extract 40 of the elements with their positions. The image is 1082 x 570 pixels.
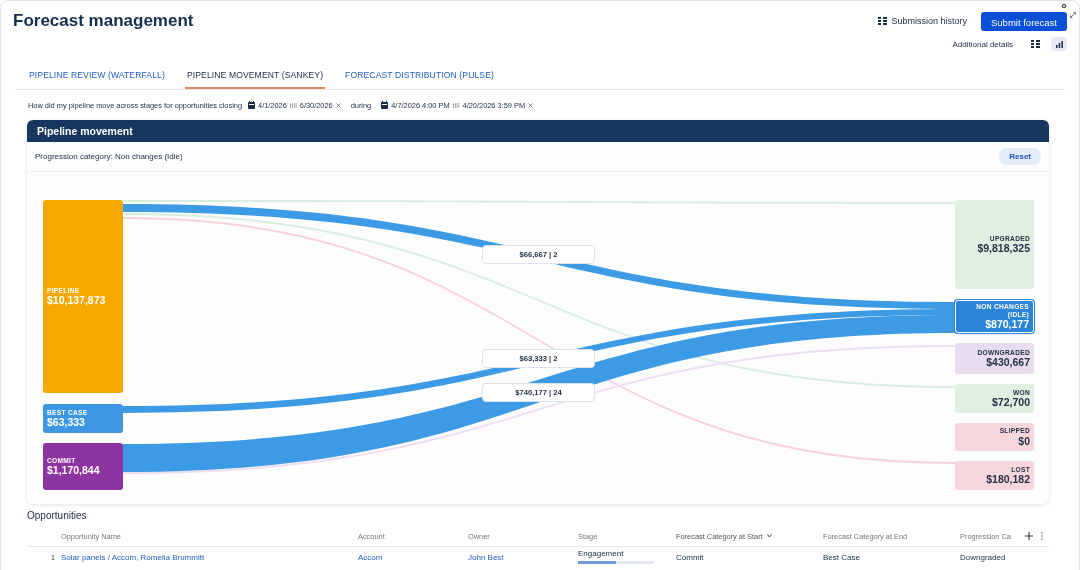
node-value: $180,182 (986, 473, 1030, 486)
table-cell: Engagement (578, 549, 624, 558)
clear-button[interactable] (528, 102, 534, 108)
owner-link[interactable]: John Best (468, 547, 578, 567)
list-icon (878, 17, 888, 25)
tab[interactable]: PIPELINE REVIEW (WATERFALL) (27, 63, 167, 89)
tab[interactable]: PIPELINE MOVEMENT (SANKEY) (184, 63, 326, 89)
chart-view-button[interactable] (1051, 37, 1067, 51)
node-value: $63,333 (47, 416, 85, 429)
panel-title: Pipeline movement (37, 125, 133, 137)
calendar-icon (381, 101, 389, 109)
clear-button[interactable] (335, 102, 341, 108)
progression-category-label: Progression category: Non changes (Idle) (35, 152, 183, 161)
node-value: $430,667 (986, 356, 1030, 369)
close-icon (528, 102, 534, 108)
node-value: $72,700 (992, 396, 1030, 409)
close-icon (335, 102, 341, 108)
reset-button[interactable]: Reset (999, 148, 1041, 165)
add-icon[interactable] (1025, 532, 1033, 540)
opportunity-link[interactable]: Solar panels / Accom, Romelia Brummitt (61, 547, 358, 567)
page-title: Forecast management (13, 11, 195, 31)
node-value: $9,818,325 (977, 242, 1030, 255)
sort-down-icon (766, 534, 772, 538)
node-value: $1,170,844 (47, 464, 100, 477)
section-title: Opportunities (27, 510, 87, 521)
calendar-icon (248, 101, 256, 109)
expand-icon (1070, 12, 1076, 18)
grid-icon (1030, 40, 1040, 48)
submission-history-button[interactable]: Submission history (878, 16, 967, 26)
node-value: $870,177 (985, 318, 1029, 331)
additional-details-label: Additional details (952, 39, 1013, 49)
tab[interactable]: FORECAST DISTRIBUTION (PULSE) (343, 63, 496, 89)
table-cell-text: Downgraded (960, 551, 1007, 564)
node-value: $0 (1018, 434, 1030, 447)
table-cell-text: Best Case (823, 551, 861, 564)
table-cell-text: Commit (676, 551, 705, 564)
account-link[interactable]: Accom (358, 547, 468, 567)
submit-forecast-button[interactable]: Submit forecast (981, 11, 1067, 31)
bar-chart-icon (1055, 40, 1063, 48)
node-value: $10,137,873 (47, 294, 106, 307)
